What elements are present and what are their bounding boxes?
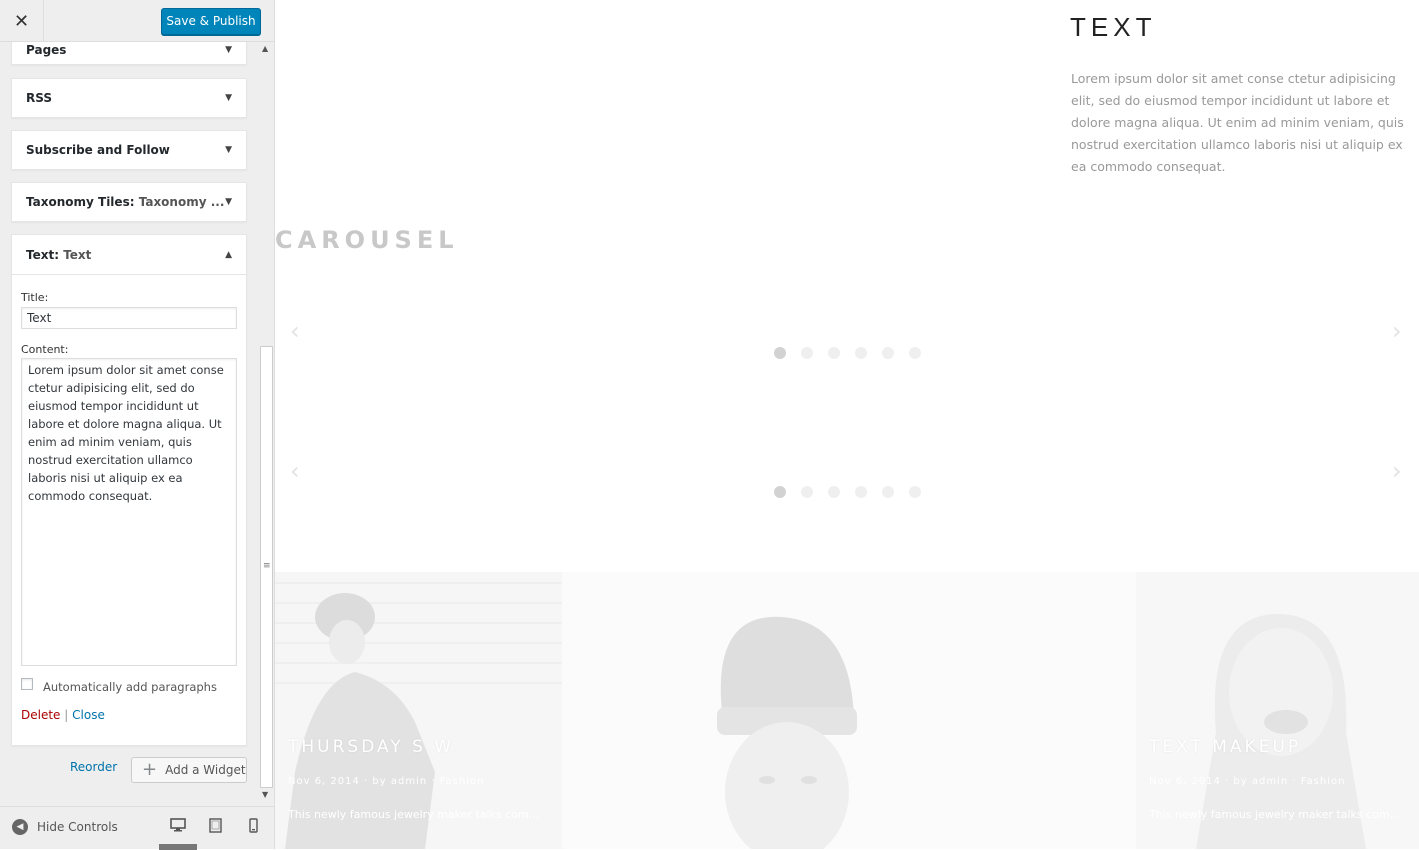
add-widget-label: Add a Widget — [165, 763, 246, 777]
triangle-down-icon[interactable]: ▼ — [225, 93, 232, 103]
widget-rss[interactable]: RSS ▼ — [11, 78, 247, 118]
widget-actions: Delete | Close — [21, 708, 237, 722]
close-icon[interactable]: ✕ — [0, 0, 44, 42]
chevron-right-icon[interactable]: › — [1392, 317, 1402, 345]
widget-type: Text: — [26, 247, 60, 262]
active-device-indicator — [159, 844, 197, 850]
triangle-up-icon[interactable]: ▲ — [225, 250, 232, 260]
post-title: TEXT MAKEUP — [1149, 737, 1302, 757]
triangle-down-icon[interactable]: ▼ — [225, 197, 232, 207]
widget-header[interactable]: Text: Text ▲ — [12, 235, 246, 275]
plus-icon: + — [142, 759, 158, 780]
text-widget-form: Title: Content: Lorem ipsum dolor sit am… — [12, 291, 246, 722]
carousel-dot[interactable] — [774, 486, 786, 498]
widget-header[interactable]: RSS ▼ — [12, 79, 246, 117]
arrow-left-circle-icon: ◀ — [12, 819, 28, 835]
widget-text: Text: Text ▲ Title: Content: Lorem ipsum… — [11, 234, 247, 746]
widget-taxonomy-tiles[interactable]: Taxonomy Tiles: Taxonomy ... ▼ — [11, 182, 247, 222]
carousel-dots — [774, 347, 921, 359]
text-widget-title: TEXT — [1070, 12, 1157, 42]
post-excerpt: This newly famous jewelry maker talks co… — [1149, 808, 1401, 821]
tablet-icon[interactable] — [209, 818, 222, 837]
carousel-title: CAROUSEL — [275, 226, 459, 254]
hide-controls-button[interactable]: ◀ Hide Controls — [12, 819, 118, 835]
chevron-left-icon[interactable]: ‹ — [290, 317, 300, 345]
auto-paragraphs-label[interactable]: Automatically add paragraphs — [43, 680, 217, 694]
site-preview: TEXT Lorem ipsum dolor sit amet conse ct… — [275, 0, 1419, 849]
triangle-down-icon[interactable]: ▼ — [225, 45, 232, 55]
carousel-dot[interactable] — [828, 347, 840, 359]
post-meta: Nov 6, 2014 · by admin · Fashion — [288, 776, 485, 787]
content-textarea[interactable]: Lorem ipsum dolor sit amet conse ctetur … — [21, 358, 237, 666]
widget-type: Taxonomy Tiles: — [26, 195, 135, 209]
title-label: Title: — [21, 291, 49, 304]
carousel-dot[interactable] — [855, 486, 867, 498]
reorder-link[interactable]: Reorder — [70, 760, 117, 774]
panel-scrollbar[interactable]: ▲ ≡ ▼ — [259, 42, 274, 806]
content-label: Content: — [21, 343, 69, 356]
post-tile[interactable] — [562, 572, 1136, 849]
customizer-header: ✕ Save & Publish — [0, 0, 274, 42]
widgets-panel: Pages ▼ RSS ▼ Subscribe and Follow ▼ Tax… — [0, 42, 258, 806]
hide-controls-label: Hide Controls — [37, 820, 118, 834]
widget-subtitle: Taxonomy ... — [138, 195, 225, 209]
save-publish-button[interactable]: Save & Publish — [161, 8, 261, 35]
carousel-dot[interactable] — [882, 486, 894, 498]
carousel-dot[interactable] — [801, 347, 813, 359]
separator: | — [64, 708, 69, 722]
widget-header[interactable]: Subscribe and Follow ▼ — [12, 131, 246, 169]
chevron-left-icon[interactable]: ‹ — [290, 457, 300, 485]
post-title: THURSDAY S W — [288, 737, 455, 757]
auto-paragraphs-checkbox[interactable] — [21, 678, 33, 690]
customizer-footer: ◀ Hide Controls — [0, 806, 274, 850]
delete-link[interactable]: Delete — [21, 708, 60, 722]
auto-paragraphs-row: Automatically add paragraphs — [21, 678, 237, 694]
scroll-down-icon[interactable]: ▼ — [262, 790, 268, 799]
close-link[interactable]: Close — [72, 708, 105, 722]
carousel-dot[interactable] — [882, 347, 894, 359]
desktop-icon[interactable] — [170, 818, 186, 836]
grip-icon: ≡ — [263, 561, 271, 571]
widget-pages[interactable]: Pages ▼ — [11, 42, 247, 65]
title-input[interactable] — [21, 307, 237, 329]
mobile-icon[interactable] — [249, 818, 258, 837]
widget-title: Pages — [26, 43, 67, 57]
post-image — [717, 616, 857, 849]
carousel-dot[interactable] — [855, 347, 867, 359]
customizer-sidebar: ✕ Save & Publish Pages ▼ RSS ▼ Subscribe… — [0, 0, 275, 850]
widget-title: Taxonomy Tiles: Taxonomy ... — [26, 195, 224, 209]
widget-subtitle: Text — [63, 247, 92, 262]
scroll-thumb[interactable]: ≡ — [260, 346, 273, 788]
carousel-dot[interactable] — [774, 347, 786, 359]
widget-header[interactable]: Taxonomy Tiles: Taxonomy ... ▼ — [12, 183, 246, 221]
post-tile[interactable]: THURSDAY S W Nov 6, 2014 · by admin · Fa… — [275, 572, 562, 849]
chevron-right-icon[interactable]: › — [1392, 457, 1402, 485]
post-excerpt: This newly famous jewelry maker talks co… — [288, 808, 540, 821]
text-widget-body: Lorem ipsum dolor sit amet conse ctetur … — [1071, 71, 1404, 174]
triangle-down-icon[interactable]: ▼ — [225, 145, 232, 155]
widget-subscribe-follow[interactable]: Subscribe and Follow ▼ — [11, 130, 247, 170]
widget-title: Text: Text — [26, 248, 91, 262]
widget-title: Subscribe and Follow — [26, 143, 170, 157]
carousel-dot[interactable] — [909, 347, 921, 359]
post-tile[interactable]: TEXT MAKEUP Nov 6, 2014 · by admin · Fas… — [1136, 572, 1419, 849]
post-meta: Nov 6, 2014 · by admin · Fashion — [1149, 776, 1346, 787]
widget-title: RSS — [26, 91, 52, 105]
carousel-dot[interactable] — [909, 486, 921, 498]
carousel-dot[interactable] — [801, 486, 813, 498]
carousel-dot[interactable] — [828, 486, 840, 498]
add-widget-button[interactable]: + Add a Widget — [131, 757, 247, 783]
scroll-up-icon[interactable]: ▲ — [262, 44, 268, 53]
carousel-dots — [774, 486, 921, 498]
widget-header[interactable]: Pages ▼ — [12, 42, 246, 66]
